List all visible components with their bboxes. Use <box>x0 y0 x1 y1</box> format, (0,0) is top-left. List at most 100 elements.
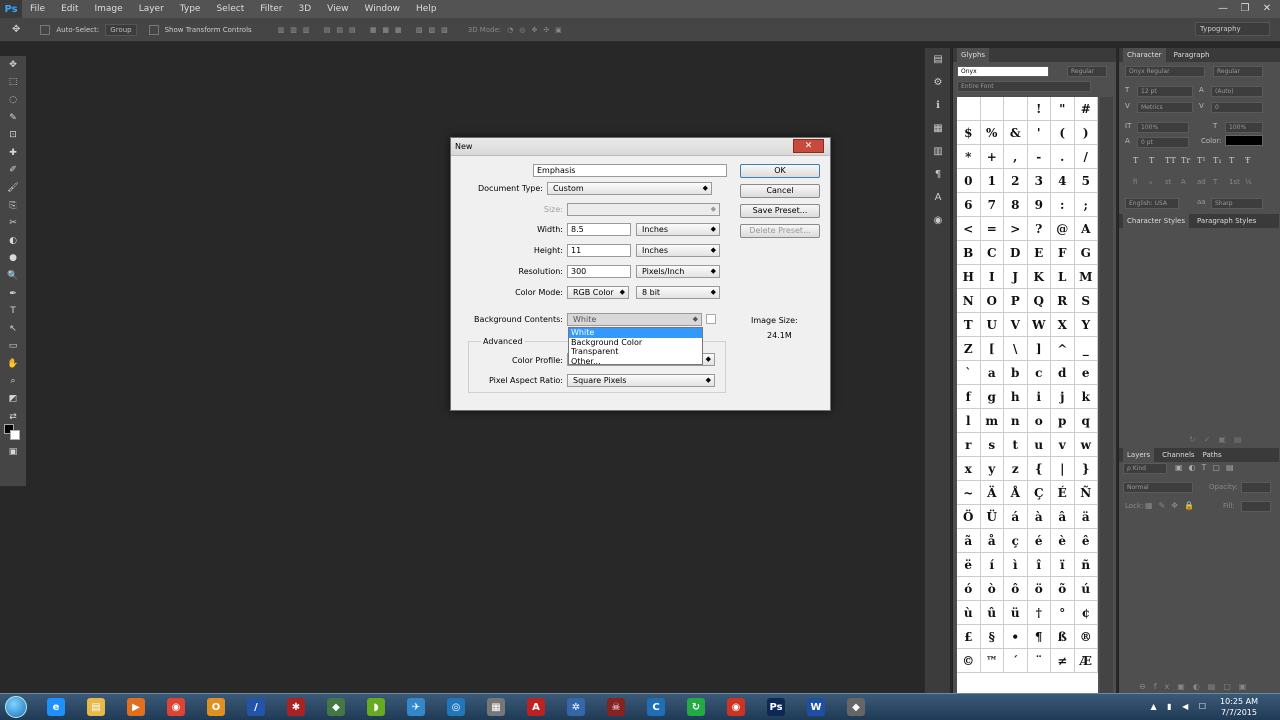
glyph-cell[interactable]: Æ <box>1074 649 1098 673</box>
glyph-cell[interactable]: q <box>1074 409 1098 433</box>
glyph-cell[interactable]: 4 <box>1051 169 1075 193</box>
tool-icon-20[interactable]: ⇄ <box>0 408 26 426</box>
glyph-cell[interactable]: N <box>957 289 981 313</box>
glyph-cell[interactable]: [ <box>980 337 1004 361</box>
taskbar-app-app12[interactable]: ▦ <box>476 695 516 720</box>
glyph-cell[interactable]: r <box>957 433 981 457</box>
glyph-cell[interactable]: î <box>1027 553 1051 577</box>
glyph-cell[interactable]: a <box>980 361 1004 385</box>
glyph-cell[interactable]: ô <box>1004 577 1028 601</box>
tool-icon-11[interactable]: ● <box>0 250 26 268</box>
glyph-cell[interactable]: Ü <box>980 505 1004 529</box>
glyph-cell[interactable]: 6 <box>957 193 981 217</box>
glyph-cell[interactable]: P <box>1004 289 1028 313</box>
background-color-swatch[interactable] <box>10 430 20 440</box>
glyph-cell[interactable]: Y <box>1074 313 1098 337</box>
glyph-cell[interactable]: ¢ <box>1074 601 1098 625</box>
glyph-cell[interactable]: p <box>1051 409 1075 433</box>
glyph-scrollbar[interactable] <box>1100 97 1113 720</box>
layer-kind-filter[interactable]: ρ Kind <box>1123 463 1167 474</box>
glyph-cell[interactable]: + <box>980 145 1004 169</box>
glyph-cell[interactable]: - <box>1027 145 1051 169</box>
tab-paragraph-styles[interactable]: Paragraph Styles <box>1197 217 1256 225</box>
glyph-cell[interactable]: ® <box>1074 625 1098 649</box>
glyph-cell[interactable] <box>1004 97 1028 121</box>
glyph-cell[interactable]: m <box>980 409 1004 433</box>
glyph-cell[interactable]: x <box>957 457 981 481</box>
tool-icon-2[interactable]: ◌ <box>0 91 26 109</box>
glyph-cell[interactable]: > <box>1004 217 1028 241</box>
taskbar-app-app6[interactable]: / <box>236 695 276 720</box>
styles-footer-icons[interactable]: ↻✓▣▤ <box>1189 435 1250 444</box>
delete-preset-button[interactable]: Delete Preset... <box>740 224 820 238</box>
glyph-cell[interactable]: Ö <box>957 505 981 529</box>
taskbar-app-nvidia[interactable]: ◗ <box>356 695 396 720</box>
glyph-cell[interactable]: g <box>980 385 1004 409</box>
restore-button[interactable]: ❐ <box>1234 0 1256 18</box>
taskbar-app-app7[interactable]: ✱ <box>276 695 316 720</box>
move-tool-icon[interactable]: ✥ <box>12 24 20 35</box>
glyph-cell[interactable]: û <box>980 601 1004 625</box>
tool-icon-14[interactable]: T <box>0 302 26 320</box>
advanced-toggle[interactable]: Advanced <box>481 337 525 346</box>
glyph-cell[interactable]: £ <box>957 625 981 649</box>
glyph-cell[interactable]: 1 <box>980 169 1004 193</box>
glyph-cell[interactable]: † <box>1027 601 1051 625</box>
menu-edit[interactable]: Edit <box>53 0 86 18</box>
panel-strip-icon-1[interactable]: ⚙ <box>925 71 951 94</box>
glyph-cell[interactable]: ´ <box>1004 649 1028 673</box>
size-select[interactable]: ◆ <box>567 203 720 216</box>
glyph-cell[interactable]: ; <box>1074 193 1098 217</box>
glyph-cell[interactable]: Q <box>1027 289 1051 313</box>
panel-strip-icon-3[interactable]: ▦ <box>925 117 951 140</box>
layers-footer-icons[interactable]: ⊖fx▣◐▤▢▣ <box>1139 682 1254 691</box>
type-style-button[interactable]: Ŧ <box>1245 156 1257 165</box>
tab-paths[interactable]: Paths <box>1203 451 1222 459</box>
glyph-cell[interactable]: E <box>1027 241 1051 265</box>
taskbar-app-app21[interactable]: ◆ <box>836 695 876 720</box>
tool-icon-13[interactable]: ✒ <box>0 285 26 303</box>
doctype-select[interactable]: Custom ◆ <box>547 182 712 195</box>
glyph-cell[interactable]: i <box>1027 385 1051 409</box>
glyph-cell[interactable]: n <box>1004 409 1028 433</box>
glyph-cell[interactable]: k <box>1074 385 1098 409</box>
dropdown-option[interactable]: Other... <box>569 357 702 367</box>
glyph-cell[interactable]: á <box>1004 505 1028 529</box>
taskbar-app-chrome[interactable]: ◉ <box>156 695 196 720</box>
glyph-cell[interactable]: G <box>1074 241 1098 265</box>
glyph-cell[interactable]: D <box>1004 241 1028 265</box>
menu-window[interactable]: Window <box>357 0 409 18</box>
menu-help[interactable]: Help <box>408 0 445 18</box>
dropdown-option[interactable]: White <box>569 328 702 338</box>
glyph-cell[interactable]: ~ <box>957 481 981 505</box>
glyph-cell[interactable]: j <box>1051 385 1075 409</box>
glyph-cell[interactable]: • <box>1004 625 1028 649</box>
glyph-cell[interactable]: U <box>980 313 1004 337</box>
glyph-cell[interactable]: A <box>1074 217 1098 241</box>
tab-character-styles[interactable]: Character Styles <box>1123 214 1190 228</box>
panel-strip-icon-6[interactable]: A <box>925 186 951 209</box>
colormode-select[interactable]: RGB Color ◆ <box>567 286 629 299</box>
glyph-cell[interactable]: ò <box>980 577 1004 601</box>
glyph-cell[interactable]: ™ <box>980 649 1004 673</box>
bg-contents-select[interactable]: White ◆ <box>567 313 702 326</box>
glyph-cell[interactable]: ö <box>1027 577 1051 601</box>
glyph-cell[interactable]: @ <box>1051 217 1075 241</box>
glyph-cell[interactable]: = <box>980 217 1004 241</box>
tab-character[interactable]: Character <box>1123 48 1166 62</box>
glyph-cell[interactable]: 9 <box>1027 193 1051 217</box>
glyph-style-select[interactable]: Regular <box>1067 66 1107 77</box>
menu-layer[interactable]: Layer <box>131 0 172 18</box>
tracking-field[interactable]: 0 <box>1211 102 1263 113</box>
glyph-cell[interactable]: R <box>1051 289 1075 313</box>
glyph-cell[interactable]: ê <box>1074 529 1098 553</box>
tool-icon-1[interactable]: ⬚ <box>0 74 26 92</box>
char-style-select[interactable]: Regular <box>1213 66 1263 77</box>
dialog-close-button[interactable]: ✕ <box>793 139 824 153</box>
opacity-field[interactable] <box>1241 482 1271 493</box>
glyph-cell[interactable]: & <box>1004 121 1028 145</box>
taskbar-app-app17[interactable]: ↻ <box>676 695 716 720</box>
menu-3d[interactable]: 3D <box>291 0 320 18</box>
glyph-cell[interactable]: d <box>1051 361 1075 385</box>
type-style-button[interactable]: T₁ <box>1213 156 1225 165</box>
